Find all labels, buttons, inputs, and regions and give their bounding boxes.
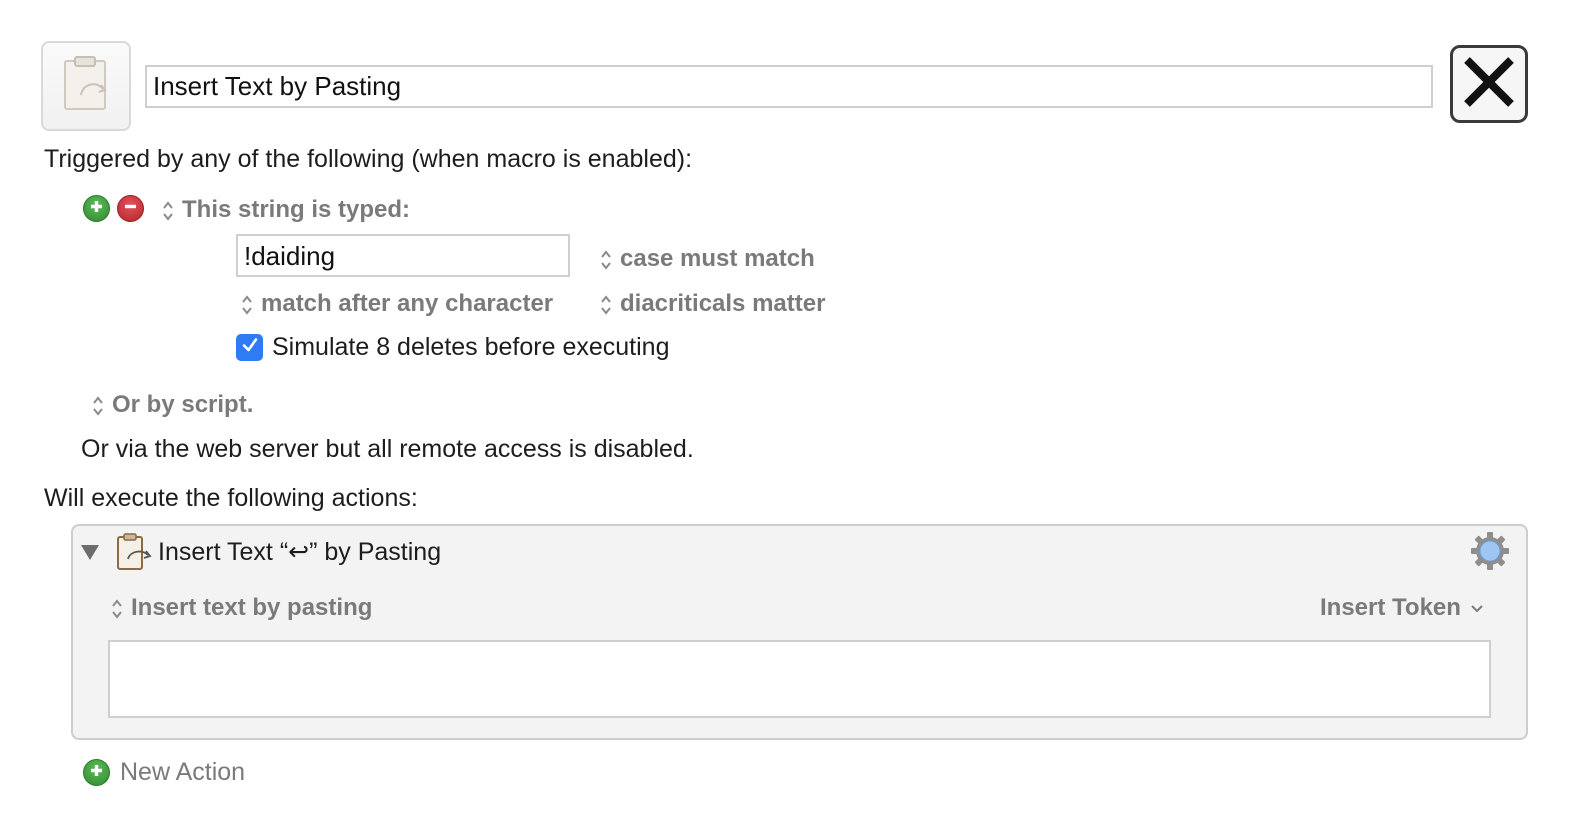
updown-chevron-icon [601,295,611,315]
new-action-label[interactable]: New Action [120,758,245,787]
disclosure-triangle-icon[interactable] [80,543,100,566]
insert-text-area[interactable] [108,640,1491,718]
action-title-suffix: ” by Pasting [309,538,442,566]
script-trigger-label: Or by script. [112,391,254,418]
updown-chevron-icon [601,250,611,270]
script-trigger-popup[interactable]: Or by script. [92,391,253,419]
updown-chevron-icon [163,201,173,221]
gear-icon[interactable] [1470,531,1510,576]
minus-icon [123,199,138,219]
insert-token-label: Insert Token [1320,594,1461,621]
clipboard-paste-icon [57,55,115,118]
clipboard-paste-icon [114,533,154,576]
diacritics-option-label: diacriticals matter [620,290,826,317]
case-option-popup[interactable]: case must match [600,245,815,273]
updown-chevron-icon [242,295,252,315]
trigger-type-popup[interactable]: This string is typed: [162,196,410,224]
triggers-heading: Triggered by any of the following (when … [44,145,693,173]
macro-icon-well[interactable] [41,41,131,131]
updown-chevron-icon [93,396,103,416]
checkmark-icon [241,336,259,359]
new-action-add-button[interactable] [83,759,110,786]
remove-trigger-button[interactable] [117,195,144,222]
web-server-note: Or via the web server but all remote acc… [81,435,694,463]
plus-icon [89,763,104,783]
macro-name-field[interactable]: Insert Text by Pasting [145,65,1433,108]
typed-string-field[interactable]: !daiding [236,234,570,277]
close-x-icon [1459,52,1519,117]
updown-chevron-icon [112,599,122,619]
case-option-label: case must match [620,245,815,272]
match-option-popup[interactable]: match after any character [241,290,553,318]
match-option-label: match after any character [261,290,554,317]
insert-mode-popup[interactable]: Insert text by pasting [111,594,372,622]
macro-editor: Insert Text by Pasting Triggered by any … [0,0,1592,840]
diacritics-option-popup[interactable]: diacriticals matter [600,290,825,318]
simulate-deletes-checkbox[interactable] [236,334,263,361]
add-trigger-button[interactable] [83,195,110,222]
insert-token-menu[interactable]: Insert Token [1320,594,1484,622]
plus-icon [89,199,104,219]
close-button[interactable] [1450,45,1528,123]
actions-heading: Will execute the following actions: [44,484,418,512]
trigger-type-label: This string is typed: [182,196,411,223]
simulate-deletes-label: Simulate 8 deletes before executing [272,333,670,361]
return-symbol: ↩ [288,538,310,566]
action-title-prefix: Insert Text “ [158,538,289,566]
insert-mode-label: Insert text by pasting [131,594,373,621]
chevron-down-icon [1470,604,1483,613]
action-title[interactable]: Insert Text “↩” by Pasting [158,537,441,567]
